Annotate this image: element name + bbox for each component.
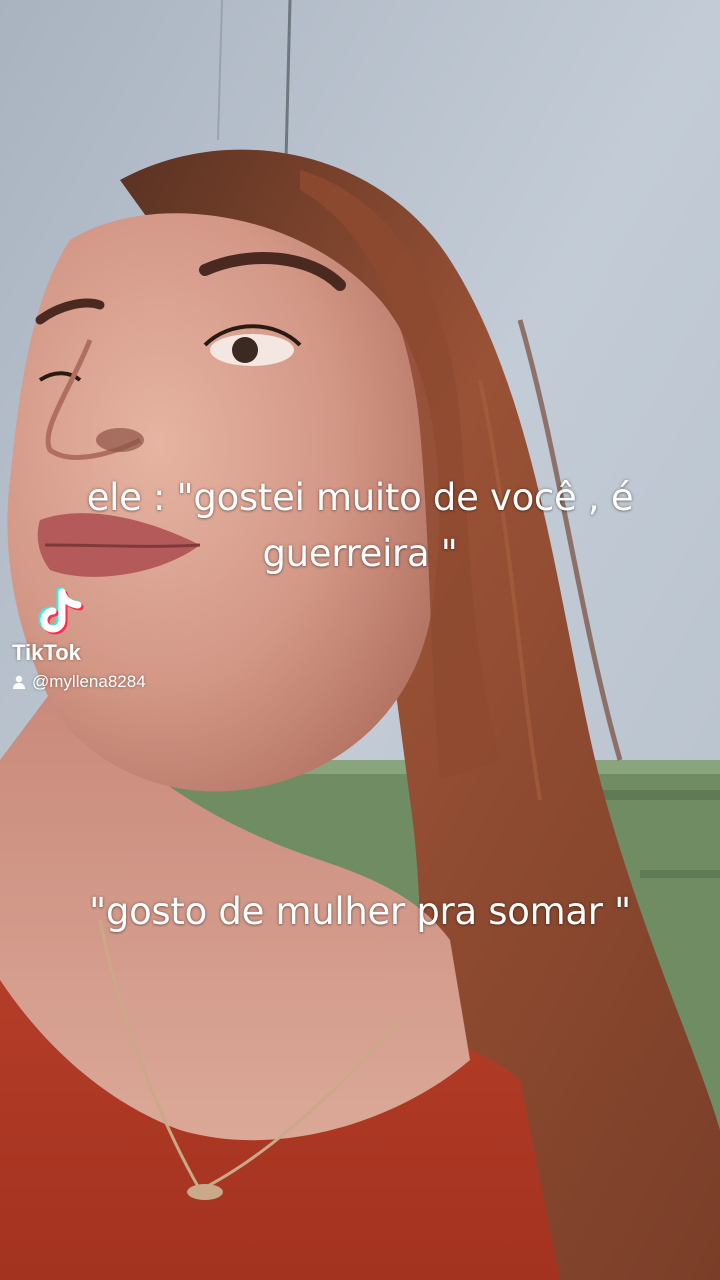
person-icon (13, 675, 25, 689)
tiktok-watermark: TikTok @myllena8284 (10, 586, 210, 696)
caption-top: ele : "gostei muito de você , é guerreir… (86, 476, 634, 575)
caption-bottom: "gosto de mulher pra somar " (89, 890, 631, 933)
tiktok-note-icon (38, 587, 84, 635)
creator-username-text: @myllena8284 (32, 672, 146, 691)
creator-username: @myllena8284 (12, 672, 146, 692)
tiktok-brand-label: TikTok (12, 640, 81, 665)
video-player[interactable]: ele : "gostei muito de você , é guerreir… (0, 0, 720, 1280)
